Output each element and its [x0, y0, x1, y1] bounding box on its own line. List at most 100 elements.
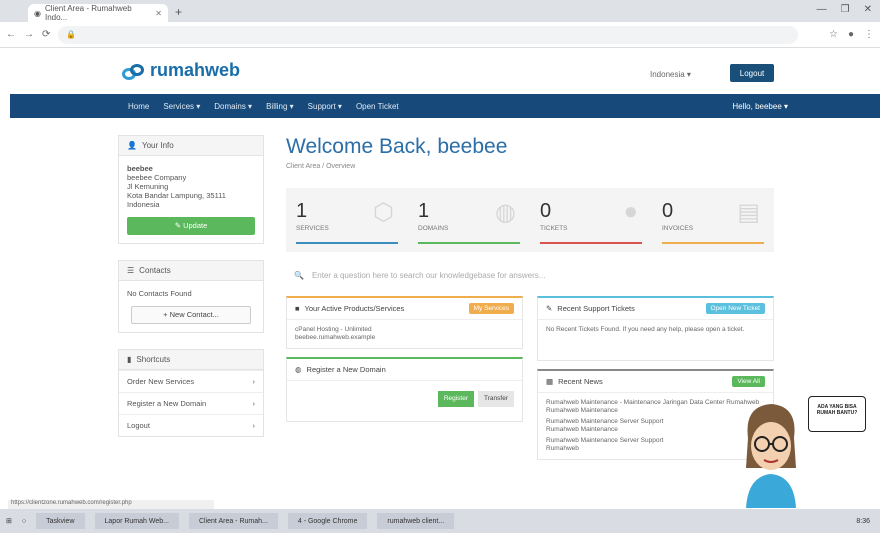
taskbar-item[interactable]: Lapor Rumah Web... — [94, 513, 179, 529]
nav-open-ticket[interactable]: Open Ticket — [356, 102, 399, 111]
transfer-button[interactable]: Transfer — [478, 391, 514, 407]
globe-icon: ◍ — [495, 199, 516, 226]
news-item[interactable]: Rumahweb Maintenance Server Support — [546, 437, 765, 445]
stat-invoices[interactable]: 0 INVOICES ▤ — [652, 188, 774, 252]
panel-title: Shortcuts — [136, 355, 171, 364]
my-services-button[interactable]: My Services — [468, 303, 514, 314]
shortcut-register-domain[interactable]: Register a New Domain › — [119, 392, 263, 414]
kb-search[interactable]: 🔍 Enter a question here to search our kn… — [286, 264, 774, 286]
shortcut-logout[interactable]: Logout › — [119, 414, 263, 436]
taskbar-item[interactable]: Taskview — [36, 513, 85, 529]
chevron-right-icon: › — [252, 377, 256, 386]
stat-tickets[interactable]: 0 TICKETS ● — [530, 188, 652, 252]
logo[interactable]: rumahweb — [120, 60, 240, 81]
register-button[interactable]: Register — [437, 391, 475, 407]
card-title: Register a New Domain — [306, 365, 386, 374]
news-item[interactable]: Rumahweb Maintenance - Maintenance Jarin… — [546, 399, 765, 407]
stat-bar — [540, 242, 642, 244]
chevron-right-icon: › — [252, 421, 256, 430]
close-window-button[interactable]: ✕ — [864, 4, 872, 15]
main-content: Welcome Back, beebee Client Area / Overv… — [286, 135, 774, 468]
shortcut-order-services[interactable]: Order New Services › — [119, 370, 263, 392]
logo-mark-icon — [120, 62, 146, 80]
shortcut-label: Register a New Domain — [127, 399, 207, 408]
nav-billing[interactable]: Billing ▾ — [266, 102, 294, 111]
shortcut-label: Order New Services — [127, 377, 195, 386]
shortcut-label: Logout — [127, 421, 150, 430]
search-icon: 🔍 — [294, 270, 304, 280]
recent-news-card: ▦ Recent News View All Rumahweb Maintena… — [537, 369, 774, 460]
update-button[interactable]: ✎ Update — [127, 217, 255, 235]
service-line: beebee.rumahweb.example — [295, 334, 376, 341]
comments-icon: ● — [623, 198, 639, 225]
search-icon[interactable]: ○ — [22, 518, 26, 525]
taskbar-item[interactable]: Client Area - Rumah... — [188, 513, 278, 529]
stat-bar — [418, 242, 520, 244]
info-country: Indonesia — [127, 200, 160, 209]
logout-button[interactable]: Logout — [730, 64, 774, 82]
site-header: rumahweb Indonesia ▾ Logout — [0, 48, 880, 94]
star-icon[interactable]: ☆ — [829, 29, 838, 40]
cube-icon: ⬡ — [373, 199, 394, 226]
minimize-button[interactable]: — — [817, 4, 827, 15]
start-icon[interactable]: ⊞ — [6, 517, 12, 525]
nav-home[interactable]: Home — [128, 102, 149, 111]
tab-title: Client Area - Rumahweb Indo... — [44, 4, 132, 22]
contacts-icon: ☰ — [127, 266, 135, 275]
view-all-news-button[interactable]: View All — [732, 376, 765, 387]
menu-icon[interactable]: ⋮ — [864, 29, 874, 40]
stats-row: 1 SERVICES ⬡ 1 DOMAINS ◍ 0 TICKETS ● 0 I… — [286, 188, 774, 252]
status-url: https://clientzone.rumahweb.com/register… — [8, 500, 214, 509]
active-services-card: ■ Your Active Products/Services My Servi… — [286, 296, 523, 349]
new-contact-button[interactable]: + New Contact... — [131, 306, 251, 324]
mascot-avatar[interactable] — [740, 398, 802, 508]
card-title: Recent News — [558, 377, 603, 386]
credit-card-icon: ▤ — [737, 199, 760, 226]
mascot-speech-bubble[interactable]: ADA YANG BISA RUMAH BANTU? — [808, 396, 866, 432]
stat-label: TICKETS — [540, 225, 568, 232]
your-info-panel: 👤 Your Info beebee beebee Company Jl Kem… — [118, 135, 264, 244]
favicon-icon: ◉ — [34, 8, 41, 18]
nav-support[interactable]: Support ▾ — [308, 102, 342, 111]
breadcrumb: Client Area / Overview — [286, 163, 356, 170]
browser-tabstrip: ◉ Client Area - Rumahweb Indo... ✕ + — ❐… — [0, 0, 880, 22]
brand-name: rumahweb — [150, 60, 241, 80]
stat-bar — [296, 242, 398, 244]
info-name: beebee — [127, 164, 153, 173]
card-title: Recent Support Tickets — [557, 304, 635, 313]
forward-icon[interactable]: → — [24, 29, 34, 40]
contacts-empty-text: No Contacts Found — [127, 289, 192, 298]
close-tab-icon[interactable]: ✕ — [155, 9, 162, 18]
maximize-button[interactable]: ❐ — [841, 4, 850, 15]
address-bar: ← → ⟳ 🔒 ☆ ● ⋮ — [0, 22, 880, 48]
browser-tab[interactable]: ◉ Client Area - Rumahweb Indo... ✕ — [28, 4, 168, 22]
new-tab-button[interactable]: + — [175, 5, 182, 19]
taskbar-item[interactable]: 4 - Google Chrome — [287, 513, 368, 529]
taskbar-item[interactable]: rumahweb client... — [377, 513, 455, 529]
tickets-empty-text: No Recent Tickets Found. If you need any… — [546, 326, 745, 333]
stat-bar — [662, 242, 764, 244]
newspaper-icon: ▦ — [546, 377, 554, 386]
stat-domains[interactable]: 1 DOMAINS ◍ — [408, 188, 530, 252]
nav-domains[interactable]: Domains ▾ — [214, 102, 252, 111]
register-domain-card: ◍ Register a New Domain Register Transfe… — [286, 357, 523, 422]
shortcuts-panel: ▮ Shortcuts Order New Services › Registe… — [118, 349, 264, 437]
profile-icon[interactable]: ● — [848, 29, 854, 40]
reload-icon[interactable]: ⟳ — [42, 29, 50, 40]
service-line[interactable]: cPanel Hosting - Unlimited — [295, 326, 514, 334]
stat-services[interactable]: 1 SERVICES ⬡ — [286, 188, 408, 252]
url-input[interactable]: 🔒 — [58, 25, 799, 44]
page-title: Welcome Back, beebee — [286, 135, 508, 158]
lock-icon: 🔒 — [66, 30, 77, 39]
main-navbar: Home Services ▾ Domains ▾ Billing ▾ Supp… — [10, 94, 880, 118]
language-select[interactable]: Indonesia ▾ — [650, 70, 691, 79]
nav-services[interactable]: Services ▾ — [163, 102, 200, 111]
search-placeholder: Enter a question here to search our know… — [311, 270, 546, 280]
back-icon[interactable]: ← — [6, 29, 16, 40]
news-item[interactable]: Rumahweb Maintenance Server Support — [546, 418, 765, 426]
comment-icon: ✎ — [546, 304, 553, 313]
news-date: Rumahweb — [546, 445, 579, 452]
open-new-ticket-button[interactable]: Open New Ticket — [705, 303, 765, 314]
user-menu[interactable]: Hello, beebee ▾ — [732, 102, 788, 111]
chevron-right-icon: › — [252, 399, 256, 408]
